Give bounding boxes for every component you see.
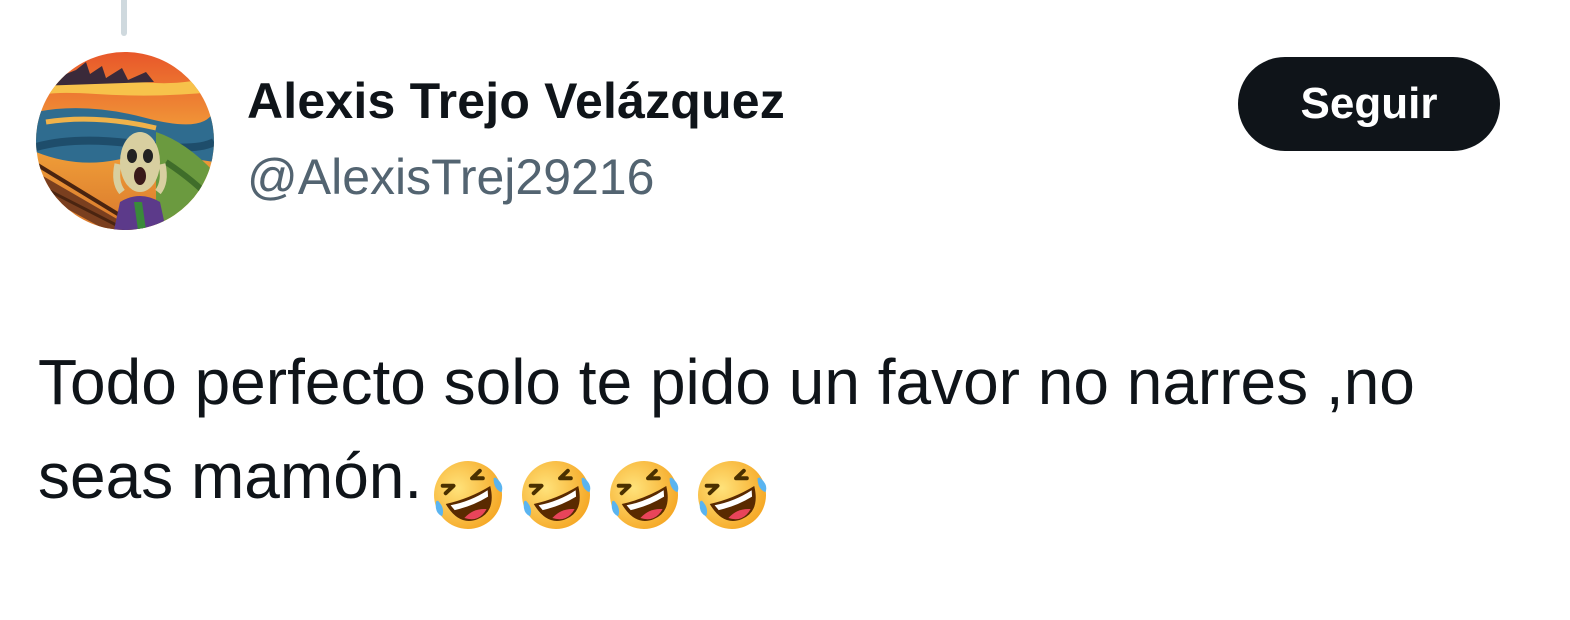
rolling-on-the-floor-laughing-icon — [692, 455, 772, 535]
thread-connector-line — [121, 0, 127, 36]
emoji-row — [428, 443, 780, 537]
tweet-text-line-2: seas mamón. — [38, 429, 1548, 537]
tweet-text-line-2-words: seas mamón. — [38, 440, 423, 512]
rolling-on-the-floor-laughing-icon — [516, 455, 596, 535]
author-display-name[interactable]: Alexis Trejo Velázquez — [247, 72, 785, 130]
author-handle[interactable]: @AlexisTrej29216 — [247, 148, 654, 206]
scream-painting-avatar-icon — [36, 52, 214, 230]
rolling-on-the-floor-laughing-icon — [428, 455, 508, 535]
tweet-text-line-1: Todo perfecto solo te pido un favor no n… — [38, 346, 1415, 418]
author-avatar[interactable] — [36, 52, 214, 230]
follow-button[interactable]: Seguir — [1238, 57, 1500, 151]
tweet-text: Todo perfecto solo te pido un favor no n… — [38, 335, 1548, 537]
rolling-on-the-floor-laughing-icon — [604, 455, 684, 535]
